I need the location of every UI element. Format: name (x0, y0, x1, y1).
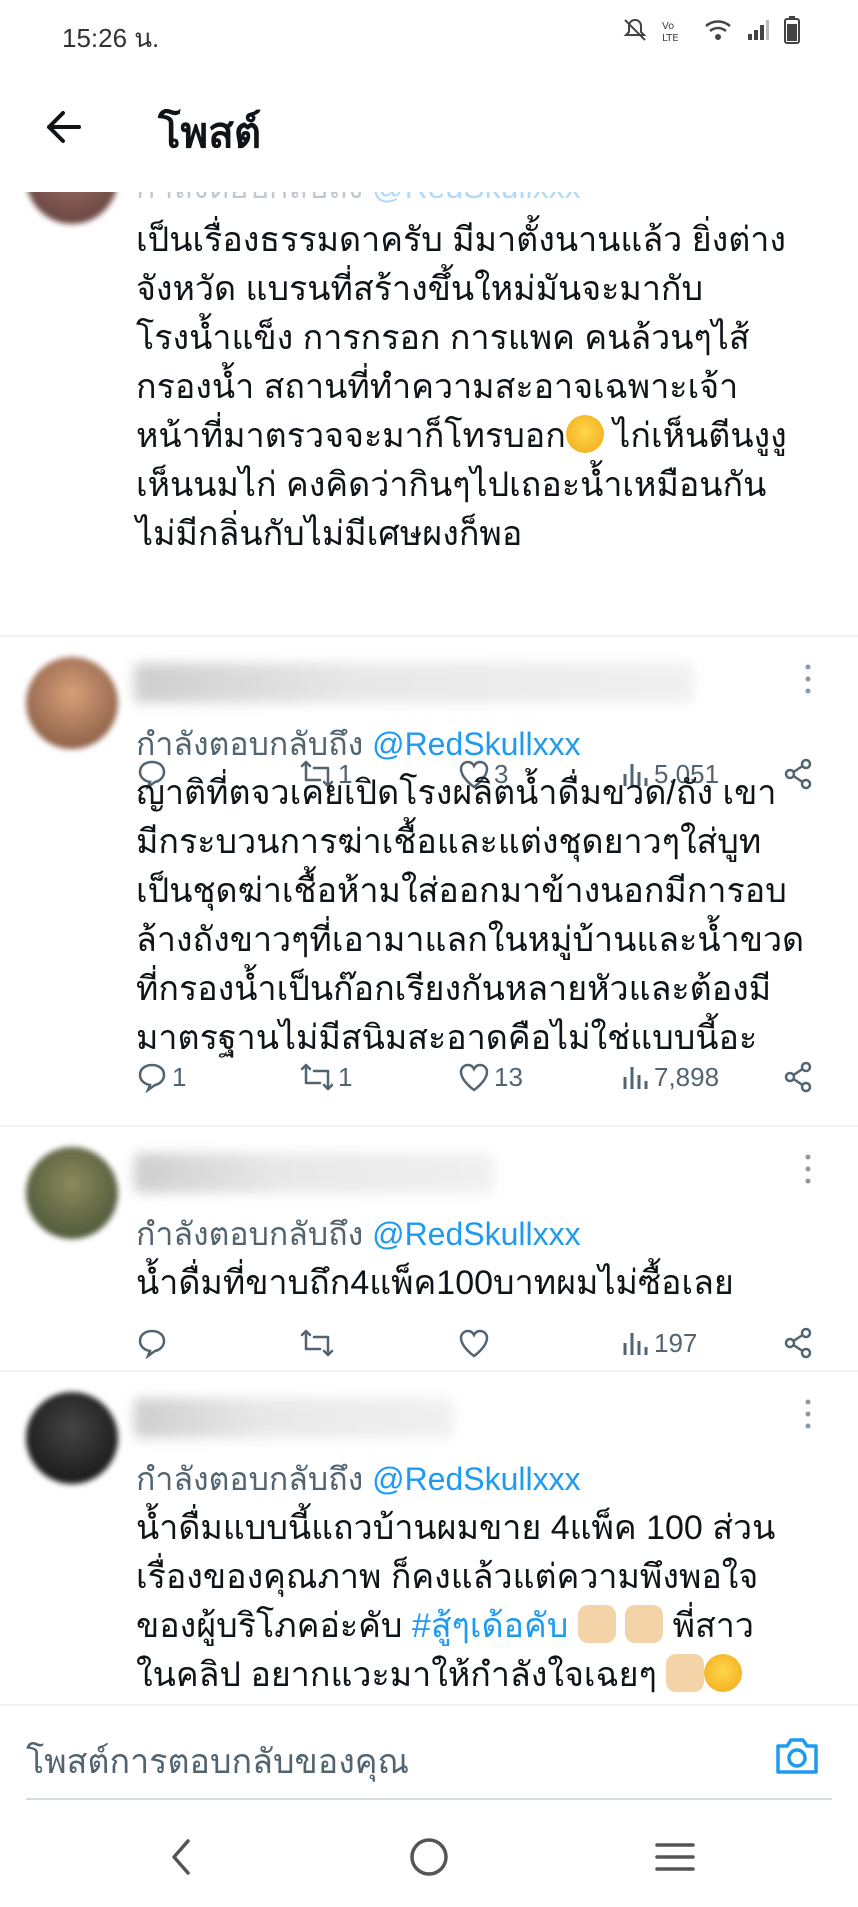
bar-chart-icon (623, 1067, 648, 1089)
back-button[interactable] (38, 102, 88, 152)
volte-icon: VoLTE (662, 21, 679, 43)
views-button[interactable]: 197 (622, 1321, 697, 1365)
grinning-face-emoji-icon (704, 1654, 743, 1692)
love-you-hand-emoji-icon (666, 1654, 705, 1692)
speech-bubble-icon (138, 1329, 166, 1359)
avatar[interactable] (26, 1147, 118, 1239)
recents-icon (655, 1843, 695, 1871)
mention-link[interactable]: @RedSkullxxx (372, 192, 581, 205)
reply-context: กำลังตอบกลับถึง @RedSkullxxx (136, 1461, 581, 1497)
status-icons: Vo LTE (622, 16, 800, 44)
retweet-button[interactable]: 1 (300, 1055, 352, 1099)
nav-back-button[interactable] (156, 1832, 206, 1882)
status-bar: 15:26 น. Vo LTE (0, 0, 858, 66)
reply-button[interactable] (136, 1321, 172, 1365)
like-button[interactable] (458, 1321, 494, 1365)
arrow-left-icon (47, 111, 81, 143)
more-options-icon[interactable] (798, 1149, 818, 1189)
system-nav-bar (0, 1806, 858, 1907)
home-circle-icon (410, 1838, 448, 1876)
chevron-left-icon (172, 1839, 190, 1875)
reply-composer[interactable]: โพสต์การตอบกลับของคุณ (0, 1704, 858, 1806)
more-options-icon[interactable] (798, 659, 818, 699)
wifi-icon (705, 20, 731, 40)
reply-context: กำลังตอบกลับถึง @RedSkullxxx (136, 1216, 581, 1252)
svg-text:Vo: Vo (662, 21, 674, 32)
tweet[interactable]: กำลังตอบกลับถึง @RedSkullxxx น้ำดื่มแบบน… (0, 1372, 858, 1704)
share-button[interactable] (782, 1321, 814, 1365)
hashtag-link[interactable]: #สู้ๆเด้อคับ (412, 1607, 568, 1645)
sweat-smile-emoji-icon (565, 415, 604, 453)
share-icon (784, 1061, 812, 1093)
tweet[interactable]: กำลังตอบกลับถึง @RedSkullxxx ญาติที่ตจวเ… (0, 637, 858, 1125)
svg-text:LTE: LTE (662, 33, 679, 43)
like-button[interactable]: 13 (458, 1055, 523, 1099)
bar-chart-icon (623, 1333, 648, 1355)
victory-hand-emoji-icon (625, 1605, 664, 1643)
tweet-actions: 197 (136, 1321, 826, 1365)
mention-link[interactable]: @RedSkullxxx (372, 726, 581, 762)
tweet-text: ญาติที่ตจวเคยเปิดโรงผลิตน้ำดื่มขวด/ถัง เ… (136, 774, 805, 1057)
signal-icon (748, 20, 769, 40)
nav-recents-button[interactable] (650, 1832, 700, 1882)
reply-context: กำลังตอบกลับถึง @RedSkullxxx (136, 726, 581, 762)
mention-link[interactable]: @RedSkullxxx (372, 1216, 581, 1252)
camera-icon[interactable] (772, 1730, 822, 1780)
avatar[interactable] (26, 1392, 118, 1484)
tweet-text: น้ำดื่มที่ขาบถึก4แพ็ค100บาทผมไม่ซื้อเลย (136, 1264, 734, 1302)
avatar[interactable] (26, 192, 118, 224)
page-title: โพสต์ (158, 108, 262, 157)
tweet[interactable]: กำลังตอบกลับถึง @RedSkullxxx น้ำดื่มที่ข… (0, 1127, 858, 1370)
reply-context: กำลังตอบกลับถึง @RedSkullxxx (136, 192, 581, 213)
tweet-actions: 1 1 13 7,898 (136, 1055, 826, 1099)
victory-hand-emoji-icon (577, 1605, 616, 1643)
share-button[interactable] (782, 1055, 814, 1099)
reply-input[interactable]: โพสต์การตอบกลับของคุณ (26, 1734, 409, 1788)
avatar[interactable] (26, 657, 118, 749)
tweet-text: เป็นเรื่องธรรมดาครับ มีมาตั้งนานแล้ว ยิ่… (136, 221, 787, 553)
retweet-icon (300, 1329, 334, 1357)
mention-link[interactable]: @RedSkullxxx (372, 1461, 581, 1497)
app-header: โพสต์ (0, 66, 858, 192)
speech-bubble-icon (138, 1063, 166, 1093)
share-icon (784, 1327, 812, 1359)
more-options-icon[interactable] (798, 1394, 818, 1434)
mute-icon (623, 18, 647, 41)
retweet-icon (300, 1063, 334, 1091)
heart-icon (459, 1063, 489, 1092)
views-button[interactable]: 7,898 (622, 1055, 719, 1099)
reply-button[interactable]: 1 (136, 1055, 186, 1099)
tweet-text: น้ำดื่มแบบนี้แถวบ้านผมขาย 4แพ็ค 100 ส่วน… (136, 1509, 776, 1694)
battery-icon (784, 16, 800, 44)
reply-underline (26, 1798, 832, 1800)
retweet-button[interactable] (300, 1321, 338, 1365)
author-name-blurred[interactable] (134, 1398, 454, 1438)
author-name-blurred[interactable] (134, 663, 694, 703)
heart-icon (459, 1329, 489, 1358)
nav-home-button[interactable] (404, 1832, 454, 1882)
status-time: 15:26 น. (62, 23, 160, 53)
reply-feed: กำลังตอบกลับถึง @RedSkullxxx เป็นเรื่องธ… (0, 192, 858, 1704)
author-name-blurred[interactable] (134, 1153, 494, 1193)
